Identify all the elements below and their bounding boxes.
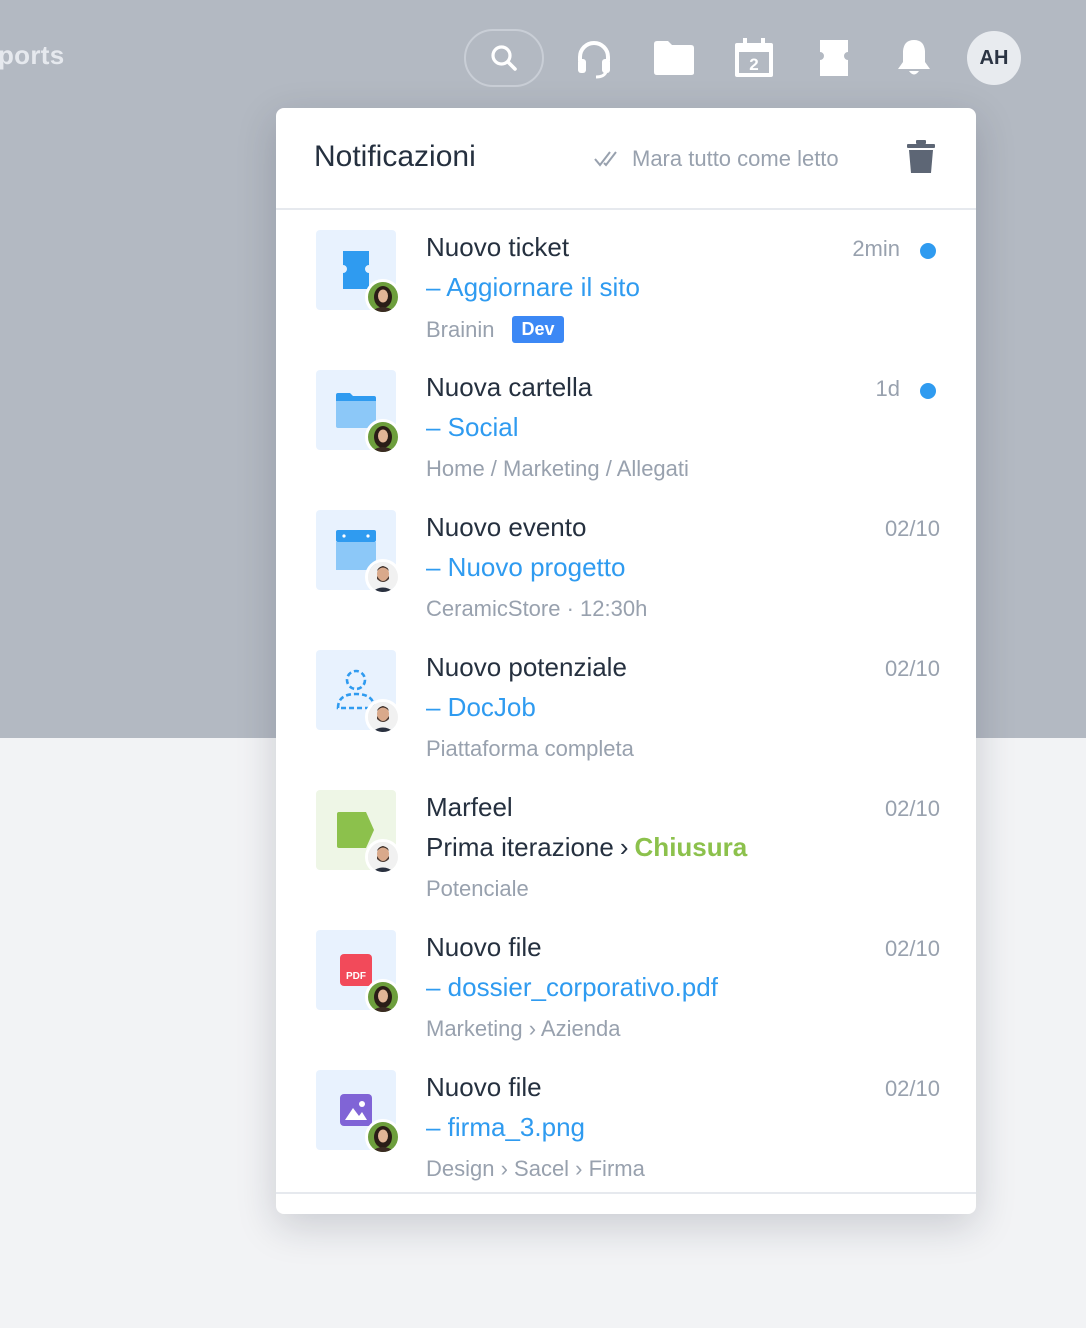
notification-title: Nuovo file: [426, 1072, 542, 1102]
panel-footer-divider: [276, 1192, 976, 1194]
notification-title: Nuova cartella: [426, 372, 593, 402]
notification-time: 02/10: [884, 936, 940, 961]
woman-avatar: [365, 979, 401, 1015]
notification-subject[interactable]: – Social: [426, 412, 519, 443]
tickets-button[interactable]: [810, 34, 858, 82]
calendar-button[interactable]: 2: [730, 34, 778, 82]
image-icon: [340, 1094, 372, 1126]
double-check-icon: [594, 151, 617, 167]
notification-time: 1d: [875, 376, 900, 401]
notification-subject[interactable]: – DocJob: [426, 692, 536, 723]
notifications-button[interactable]: [890, 34, 938, 82]
panel-header: Notificazioni Mara tutto come letto: [276, 108, 976, 210]
man-avatar: [365, 559, 401, 595]
notification-meta-text: Brainin: [426, 316, 495, 342]
notification-subject[interactable]: – dossier_corporativo.pdf: [426, 972, 718, 1003]
notification-item[interactable]: Marfeel Prima iterazione › Chiusura Potenc…: [276, 790, 976, 930]
notifications-panel: Notificazioni Mara tutto come letto Nuov…: [276, 108, 976, 1214]
notification-time: 02/10: [884, 516, 940, 541]
notification-subject[interactable]: – firma_3.png: [426, 1112, 585, 1143]
deal-stage-change[interactable]: Prima iterazione › Chiusura: [426, 832, 747, 863]
notification-item[interactable]: Nuovo file – firma_3.png Design › Sacel …: [276, 1070, 976, 1210]
notification-title: Marfeel: [426, 792, 513, 822]
notification-subject[interactable]: – Aggiornare il sito: [426, 272, 640, 303]
mark-all-read-button[interactable]: Mara tutto come letto: [594, 146, 839, 172]
notification-subject[interactable]: – Nuovo progetto: [426, 552, 625, 583]
man-avatar: [365, 699, 401, 735]
notification-time: 02/10: [884, 656, 940, 681]
calendar-icon: 2: [735, 38, 773, 77]
woman-avatar: [365, 419, 401, 455]
notification-title: Nuovo ticket: [426, 232, 570, 262]
notification-title: Nuovo file: [426, 932, 542, 962]
support-button[interactable]: [570, 34, 618, 82]
man-avatar: [365, 839, 401, 875]
ticket-icon: [820, 40, 848, 76]
notification-meta: Home / Marketing / Allegati: [426, 456, 689, 481]
search-icon: [491, 45, 517, 71]
mark-all-read-label: Mara tutto come letto: [632, 146, 839, 171]
woman-avatar: [365, 279, 401, 315]
stage-separator: ›: [619, 832, 629, 862]
notification-meta: Brainin Dev: [426, 316, 564, 343]
ticket-icon: [343, 251, 369, 289]
headset-icon: [578, 41, 610, 79]
notification-time: 2min: [852, 236, 900, 261]
tag-badge: Dev: [512, 316, 564, 343]
notification-title: Nuovo potenziale: [426, 652, 627, 682]
pdf-icon: PDF: [340, 954, 372, 986]
notification-meta: Design › Sacel › Firma: [426, 1156, 645, 1181]
woman-avatar: [365, 1119, 401, 1155]
svg-text:2: 2: [749, 55, 758, 74]
user-avatar[interactable]: AH: [967, 31, 1021, 85]
trash-icon: [907, 140, 935, 173]
bell-icon: [898, 40, 930, 75]
notification-item[interactable]: PDF Nuovo file – dossier_corporativo.pdf…: [276, 930, 976, 1070]
notification-meta: Piattaforma completa: [426, 736, 634, 761]
notification-title: Nuovo evento: [426, 512, 587, 542]
files-button[interactable]: [650, 34, 698, 82]
notification-meta: Potenciale: [426, 876, 529, 901]
stage-from: Prima iterazione: [426, 832, 614, 862]
nav-reports-label[interactable]: ports: [0, 40, 65, 71]
notification-meta: CeramicStore · 12:30h: [426, 596, 648, 621]
notification-item[interactable]: Nuovo evento – Nuovo progetto CeramicSto…: [276, 510, 976, 650]
svg-text:PDF: PDF: [346, 971, 366, 982]
unread-dot: [920, 383, 936, 399]
notification-item[interactable]: Nuovo ticket – Aggiornare il sito Braini…: [276, 230, 976, 370]
notification-time: 02/10: [884, 796, 940, 821]
panel-title: Notificazioni: [314, 140, 476, 173]
stage-to: Chiusura: [634, 832, 748, 862]
folder-icon: [654, 41, 694, 75]
notification-item[interactable]: Nuova cartella – Social Home / Marketing…: [276, 370, 976, 510]
notification-meta: Marketing › Azienda: [426, 1016, 621, 1041]
search-button[interactable]: [464, 29, 544, 87]
delete-all-button[interactable]: [906, 140, 936, 179]
notification-time: 02/10: [884, 1076, 940, 1101]
unread-dot: [920, 243, 936, 259]
notification-item[interactable]: Nuovo potenziale – DocJob Piattaforma co…: [276, 650, 976, 790]
